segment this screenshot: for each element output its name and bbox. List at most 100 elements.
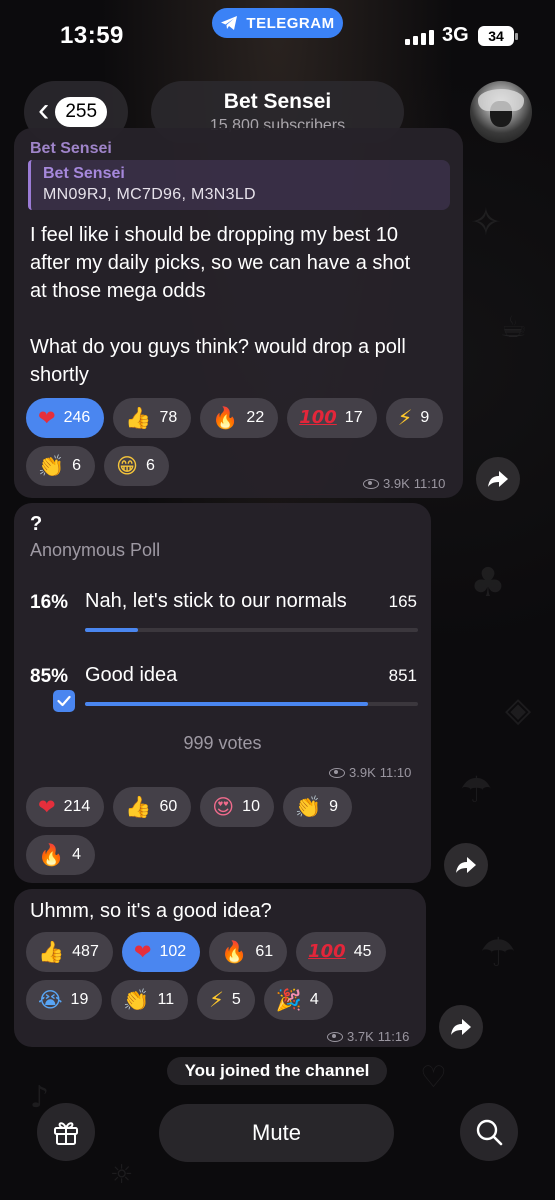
reaction-thumbs-up[interactable]: 👍 60 [113,787,192,827]
party-icon: 🎉 [275,987,302,1012]
share-button-3[interactable] [439,1005,483,1049]
reaction-fire[interactable]: 🔥 22 [200,398,279,438]
cellular-signal-icon [405,30,434,45]
poll-option-percent: 16% [30,592,69,613]
wallpaper-doodle-heart-icon: ♡ [420,1060,447,1095]
reaction-grin[interactable]: 😁 6 [104,446,169,486]
reaction-count: 214 [63,798,91,815]
reaction-crying[interactable]: 😭 19 [26,980,103,1020]
reaction-thumbs-up[interactable]: 👍 78 [113,398,192,438]
message-bubble-3[interactable]: Uhmm, so it's a good idea? 👍 487 ❤ 102 🔥 61 10… [14,889,426,1047]
battery-level: 34 [488,28,504,44]
message-time: 11:10 [379,765,412,780]
reply-quote[interactable]: Bet Sensei MN09RJ, MC7D96, M3N3LD [28,160,450,210]
wallpaper-doodle-umbrella-icon-2: ☂ [480,930,516,976]
reaction-party[interactable]: 🎉 4 [263,980,333,1020]
clap-icon: 👏 [294,794,322,819]
reaction-smiling-hearts[interactable]: 😍 10 [200,787,274,827]
reaction-count: 78 [159,409,178,426]
reaction-hundred[interactable]: 100 45 [296,932,386,972]
reaction-clap[interactable]: 👏 9 [282,787,353,827]
poll-option-votes: 165 [388,592,417,611]
poll-bubble[interactable]: ? Anonymous Poll 16% Nah, let's stick to… [14,503,431,883]
telegram-pill[interactable]: TELEGRAM [212,8,343,38]
wallpaper-doodle-sun-icon: ☼ [110,1160,134,1190]
view-count: 3.9K [383,476,410,491]
message-time: 11:10 [413,476,446,491]
poll-option-label: Good idea [85,664,178,686]
reaction-heart[interactable]: ❤ 102 [121,932,201,972]
fire-icon: 🔥 [221,939,248,964]
gift-icon [54,1122,78,1145]
reactions-bar-3: 👍 487 ❤ 102 🔥 61 100 45 😭 19 👏 11 ⚡ 5 🎉 4 [26,932,421,1020]
heart-icon: ❤ [38,405,56,430]
reaction-count: 9 [420,409,430,426]
poll-type: Anonymous Poll [30,540,161,560]
hundred-icon: 100 [299,407,337,428]
reaction-clap[interactable]: 👏 6 [26,446,96,486]
heart-icon: ❤ [38,794,56,819]
message-meta: 3.7K 11:16 [327,1029,409,1044]
battery-icon: 34 [478,26,518,46]
thumbs-up-icon: 👍 [38,939,65,964]
poll-option-bar-fill [85,702,369,706]
channel-avatar[interactable] [470,81,532,143]
reaction-fire[interactable]: 🔥 61 [209,932,288,972]
network-type: 3G [442,24,469,46]
reaction-count: 9 [329,798,339,815]
view-count: 3.9K [349,765,376,780]
reaction-count: 60 [159,798,178,815]
reaction-fire[interactable]: 🔥 4 [26,835,96,875]
wallpaper-doodle-umbrella-icon: ☂ [460,770,493,811]
reaction-heart[interactable]: ❤ 246 [26,398,105,438]
poll-option-2[interactable]: 85% Good idea 851 [14,664,431,726]
gift-button[interactable] [37,1103,95,1161]
forward-arrow-icon [451,1019,471,1035]
hundred-icon: 100 [308,941,346,962]
view-count: 3.7K [347,1029,374,1044]
clap-icon: 👏 [38,453,65,478]
lightning-icon: ⚡ [397,405,413,430]
message-bubble-1[interactable]: Bet Sensei Bet Sensei MN09RJ, MC7D96, M3… [14,128,463,498]
reaction-heart[interactable]: ❤ 214 [26,787,105,827]
forward-arrow-icon [456,857,476,873]
mute-button[interactable]: Mute [159,1104,394,1162]
reaction-count: 45 [353,943,372,960]
heart-icon: ❤ [133,939,152,964]
reaction-count: 6 [145,457,155,474]
message-text: I feel like i should be dropping my best… [30,224,411,386]
reaction-thumbs-up[interactable]: 👍 487 [26,932,113,972]
quote-text: MN09RJ, MC7D96, M3N3LD [43,186,256,203]
message-time: 11:16 [377,1029,410,1044]
chevron-left-icon: ‹ [38,91,50,129]
forward-arrow-icon [488,471,508,487]
reaction-count: 4 [309,991,319,1008]
wallpaper-doodle-box-icon: ◈ [505,690,532,730]
reaction-clap[interactable]: 👏 11 [111,980,189,1020]
status-bar: 13:59 TELEGRAM 3G 34 [0,0,555,70]
poll-total-votes[interactable]: 999 votes [14,733,431,754]
reaction-lightning[interactable]: ⚡ 9 [385,398,444,438]
clap-icon: 👏 [123,987,150,1012]
views-eye-icon [329,767,345,778]
share-button-1[interactable] [476,457,520,501]
message-meta: 3.9K 11:10 [363,476,445,491]
checkmark-icon [53,690,75,712]
lightning-icon: ⚡ [209,987,224,1012]
message-sender: Bet Sensei [30,140,112,157]
reaction-count: 17 [344,409,363,426]
reaction-lightning[interactable]: ⚡ 5 [197,980,255,1020]
share-button-2[interactable] [444,843,488,887]
reaction-hundred[interactable]: 100 17 [287,398,377,438]
poll-option-bar [85,628,418,632]
reactions-bar-2: ❤ 214 👍 60 😍 10 👏 9 🔥 4 [26,787,426,875]
reaction-count: 22 [246,409,265,426]
poll-option-percent: 85% [30,666,69,687]
reaction-count: 61 [255,943,274,960]
poll-option-1[interactable]: 16% Nah, let's stick to our normals 165 [14,590,431,652]
poll-option-bar [85,702,418,706]
quote-author: Bet Sensei [43,165,125,182]
search-button[interactable] [460,1103,518,1161]
service-message: You joined the channel [167,1057,387,1085]
telegram-plane-icon [221,16,238,30]
